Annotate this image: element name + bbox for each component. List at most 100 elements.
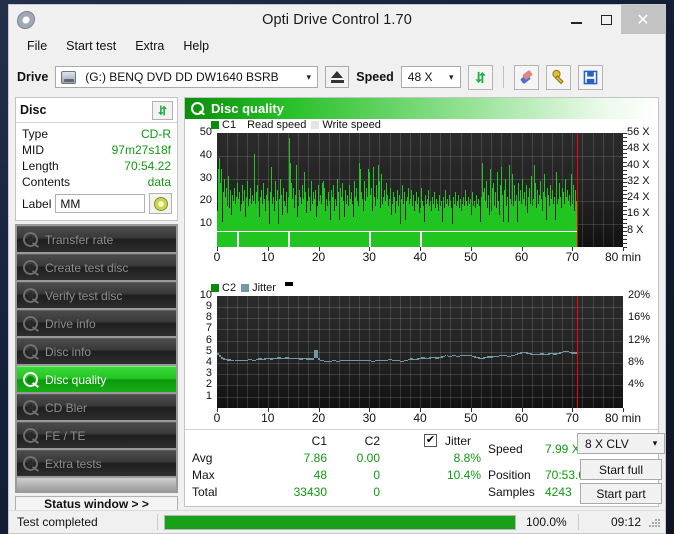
drive-select[interactable]: (G:) BENQ DVD DD DW1640 BSRB ▾	[55, 66, 319, 88]
y-axis-tick-left: 2	[205, 378, 212, 391]
y-axis-tick-right: 48 X	[627, 142, 650, 155]
legend-read-speed: Read speed	[247, 119, 306, 131]
legend-marker-icon	[284, 281, 293, 286]
sidebar-item-transfer-rate[interactable]: Transfer rate	[17, 226, 176, 252]
menu-item-extra[interactable]: Extra	[127, 36, 172, 56]
speed-stat-label: Speed	[488, 442, 523, 456]
disc-test-icon	[23, 428, 38, 443]
legend-label-c2: C2	[222, 281, 237, 294]
sidebar-item-verify-test-disc[interactable]: Verify test disc	[17, 282, 176, 308]
stats-row-label-avg: Avg	[192, 451, 213, 465]
y-axis-minor-tick	[623, 157, 627, 159]
sidebar-label: CD Bler	[45, 400, 88, 415]
disc-label-row: Label MM	[16, 190, 177, 220]
chart2-plot-area	[217, 295, 623, 408]
main-body: Disc Type CD-R MID 97m27s18f Length 70:5…	[9, 97, 665, 512]
sidebar-item-extra-tests[interactable]: Extra tests	[17, 450, 176, 476]
legend-swatch-jitter	[241, 283, 250, 292]
chart2-legend: C2 Jitter	[211, 281, 293, 294]
x-axis-tick: 70	[565, 250, 579, 264]
start-part-button[interactable]: Start part	[580, 483, 662, 504]
left-panel: Disc Type CD-R MID 97m27s18f Length 70:5…	[15, 97, 178, 512]
plug-tools-button[interactable]	[545, 64, 571, 90]
disc-value-contents: data	[147, 175, 171, 189]
legend-swatch-write-speed	[311, 121, 320, 129]
floppy-save-icon	[583, 70, 598, 84]
speed-stat-value: 7.99 X	[545, 442, 580, 456]
samples-stat-label: Samples	[488, 485, 535, 499]
menu-item-file[interactable]: File	[19, 36, 55, 56]
x-axis-tick: 20	[311, 410, 326, 425]
sidebar-item-cd-bler[interactable]: CD Bler	[17, 394, 176, 420]
close-button[interactable]: ✕	[621, 5, 665, 34]
y-axis-minor-tick	[623, 242, 627, 244]
legend-label-c1: C1	[222, 119, 237, 131]
y-axis-tick-left: 40	[199, 148, 212, 161]
y-axis-minor-tick	[623, 230, 627, 232]
x-axis-tickmark	[623, 247, 624, 251]
disc-label-input[interactable]: MM	[55, 194, 145, 213]
drive-toolbar: Drive (G:) BENQ DVD DD DW1640 BSRB ▾ Spe…	[9, 57, 665, 97]
speed-select[interactable]: 48 X ▾	[400, 66, 461, 88]
refresh-button[interactable]	[467, 64, 493, 90]
jitter-point	[312, 358, 315, 360]
sidebar-label: Transfer rate	[45, 232, 114, 247]
c2-jitter-chart: C2 Jitter 1 2 3 4 5 6 7 8 9 10 4% 8% 12% 16% 20% 0 10 20 3…	[185, 281, 658, 429]
gridline-horizontal	[217, 340, 623, 342]
y-axis-minor-tick	[623, 145, 627, 147]
sidebar-item-disc-quality[interactable]: Disc quality	[17, 366, 176, 392]
x-axis-tick: 10	[261, 410, 275, 425]
x-axis-tickmark	[420, 247, 421, 251]
legend-jitter: Jitter	[241, 282, 276, 294]
start-full-button[interactable]: Start full	[580, 459, 662, 480]
y-axis-minor-tick	[623, 165, 627, 167]
jitter-checkbox[interactable]: ✔	[424, 434, 437, 447]
sidebar-label: Disc info	[45, 344, 92, 359]
disc-refresh-button[interactable]	[152, 100, 173, 120]
sidebar-item-drive-info[interactable]: Drive info	[17, 310, 176, 336]
disc-key-mid: MID	[22, 143, 44, 157]
legend-label-read-speed: Read speed	[247, 119, 307, 131]
y-axis-tick-right: 24 X	[627, 191, 650, 204]
speed-select-value: 48 X	[407, 70, 433, 84]
y-axis-tick-right: 20%	[628, 288, 651, 301]
gridline-vertical	[612, 133, 614, 247]
sidebar-label: FE / TE	[45, 428, 86, 443]
cd-disc-icon	[153, 196, 168, 211]
x-axis-tickmark	[521, 247, 523, 251]
sidebar-item-disc-info[interactable]: Disc info	[17, 338, 176, 364]
x-axis-tickmark	[470, 407, 472, 412]
elapsed-time: 09:12	[610, 515, 641, 529]
disc-label-apply-button[interactable]	[149, 193, 172, 214]
toolbar-divider	[502, 66, 504, 88]
x-axis-tickmark	[217, 407, 218, 412]
minimize-button[interactable]	[561, 5, 591, 34]
sidebar-item-create-test-disc[interactable]: Create test disc	[17, 254, 176, 280]
write-mode-select[interactable]: 8 X CLV ▾	[577, 433, 665, 454]
menu-item-help[interactable]: Help	[175, 36, 217, 56]
y-axis-tick-left: 30	[199, 171, 212, 184]
gridline-horizontal	[217, 396, 623, 398]
save-button[interactable]	[577, 64, 603, 90]
plug-icon	[552, 69, 565, 85]
erase-button[interactable]	[513, 64, 539, 90]
resize-grip[interactable]	[647, 515, 661, 529]
stats-avg-c1: 7.86	[303, 451, 327, 465]
eject-button[interactable]	[325, 66, 350, 88]
menu-item-start-test[interactable]: Start test	[58, 36, 124, 56]
y-axis-tick-left: 5	[205, 344, 212, 357]
sidebar-label: Verify test disc	[45, 288, 123, 303]
x-axis-tick: 0	[213, 250, 221, 264]
gridline-horizontal	[217, 385, 623, 387]
maximize-button[interactable]	[591, 5, 621, 34]
y-axis-tick-right: 40 X	[627, 158, 650, 171]
x-axis-tickmark	[572, 407, 574, 412]
y-axis-tick-left: 9	[205, 299, 212, 312]
x-axis-tick: 80 min	[604, 410, 642, 425]
sidebar-item-fe-te[interactable]: FE / TE	[17, 422, 176, 448]
disc-test-icon	[23, 316, 38, 331]
title-bar: Opti Drive Control 1.70 ✕	[9, 5, 665, 34]
stats-header-c1: C1	[311, 434, 327, 448]
c1-read-speed-chart: C1 Read speed Write speed 10 20 30 40 50 8 X 1…	[185, 119, 658, 282]
y-axis-tick-left: 6	[205, 333, 212, 346]
